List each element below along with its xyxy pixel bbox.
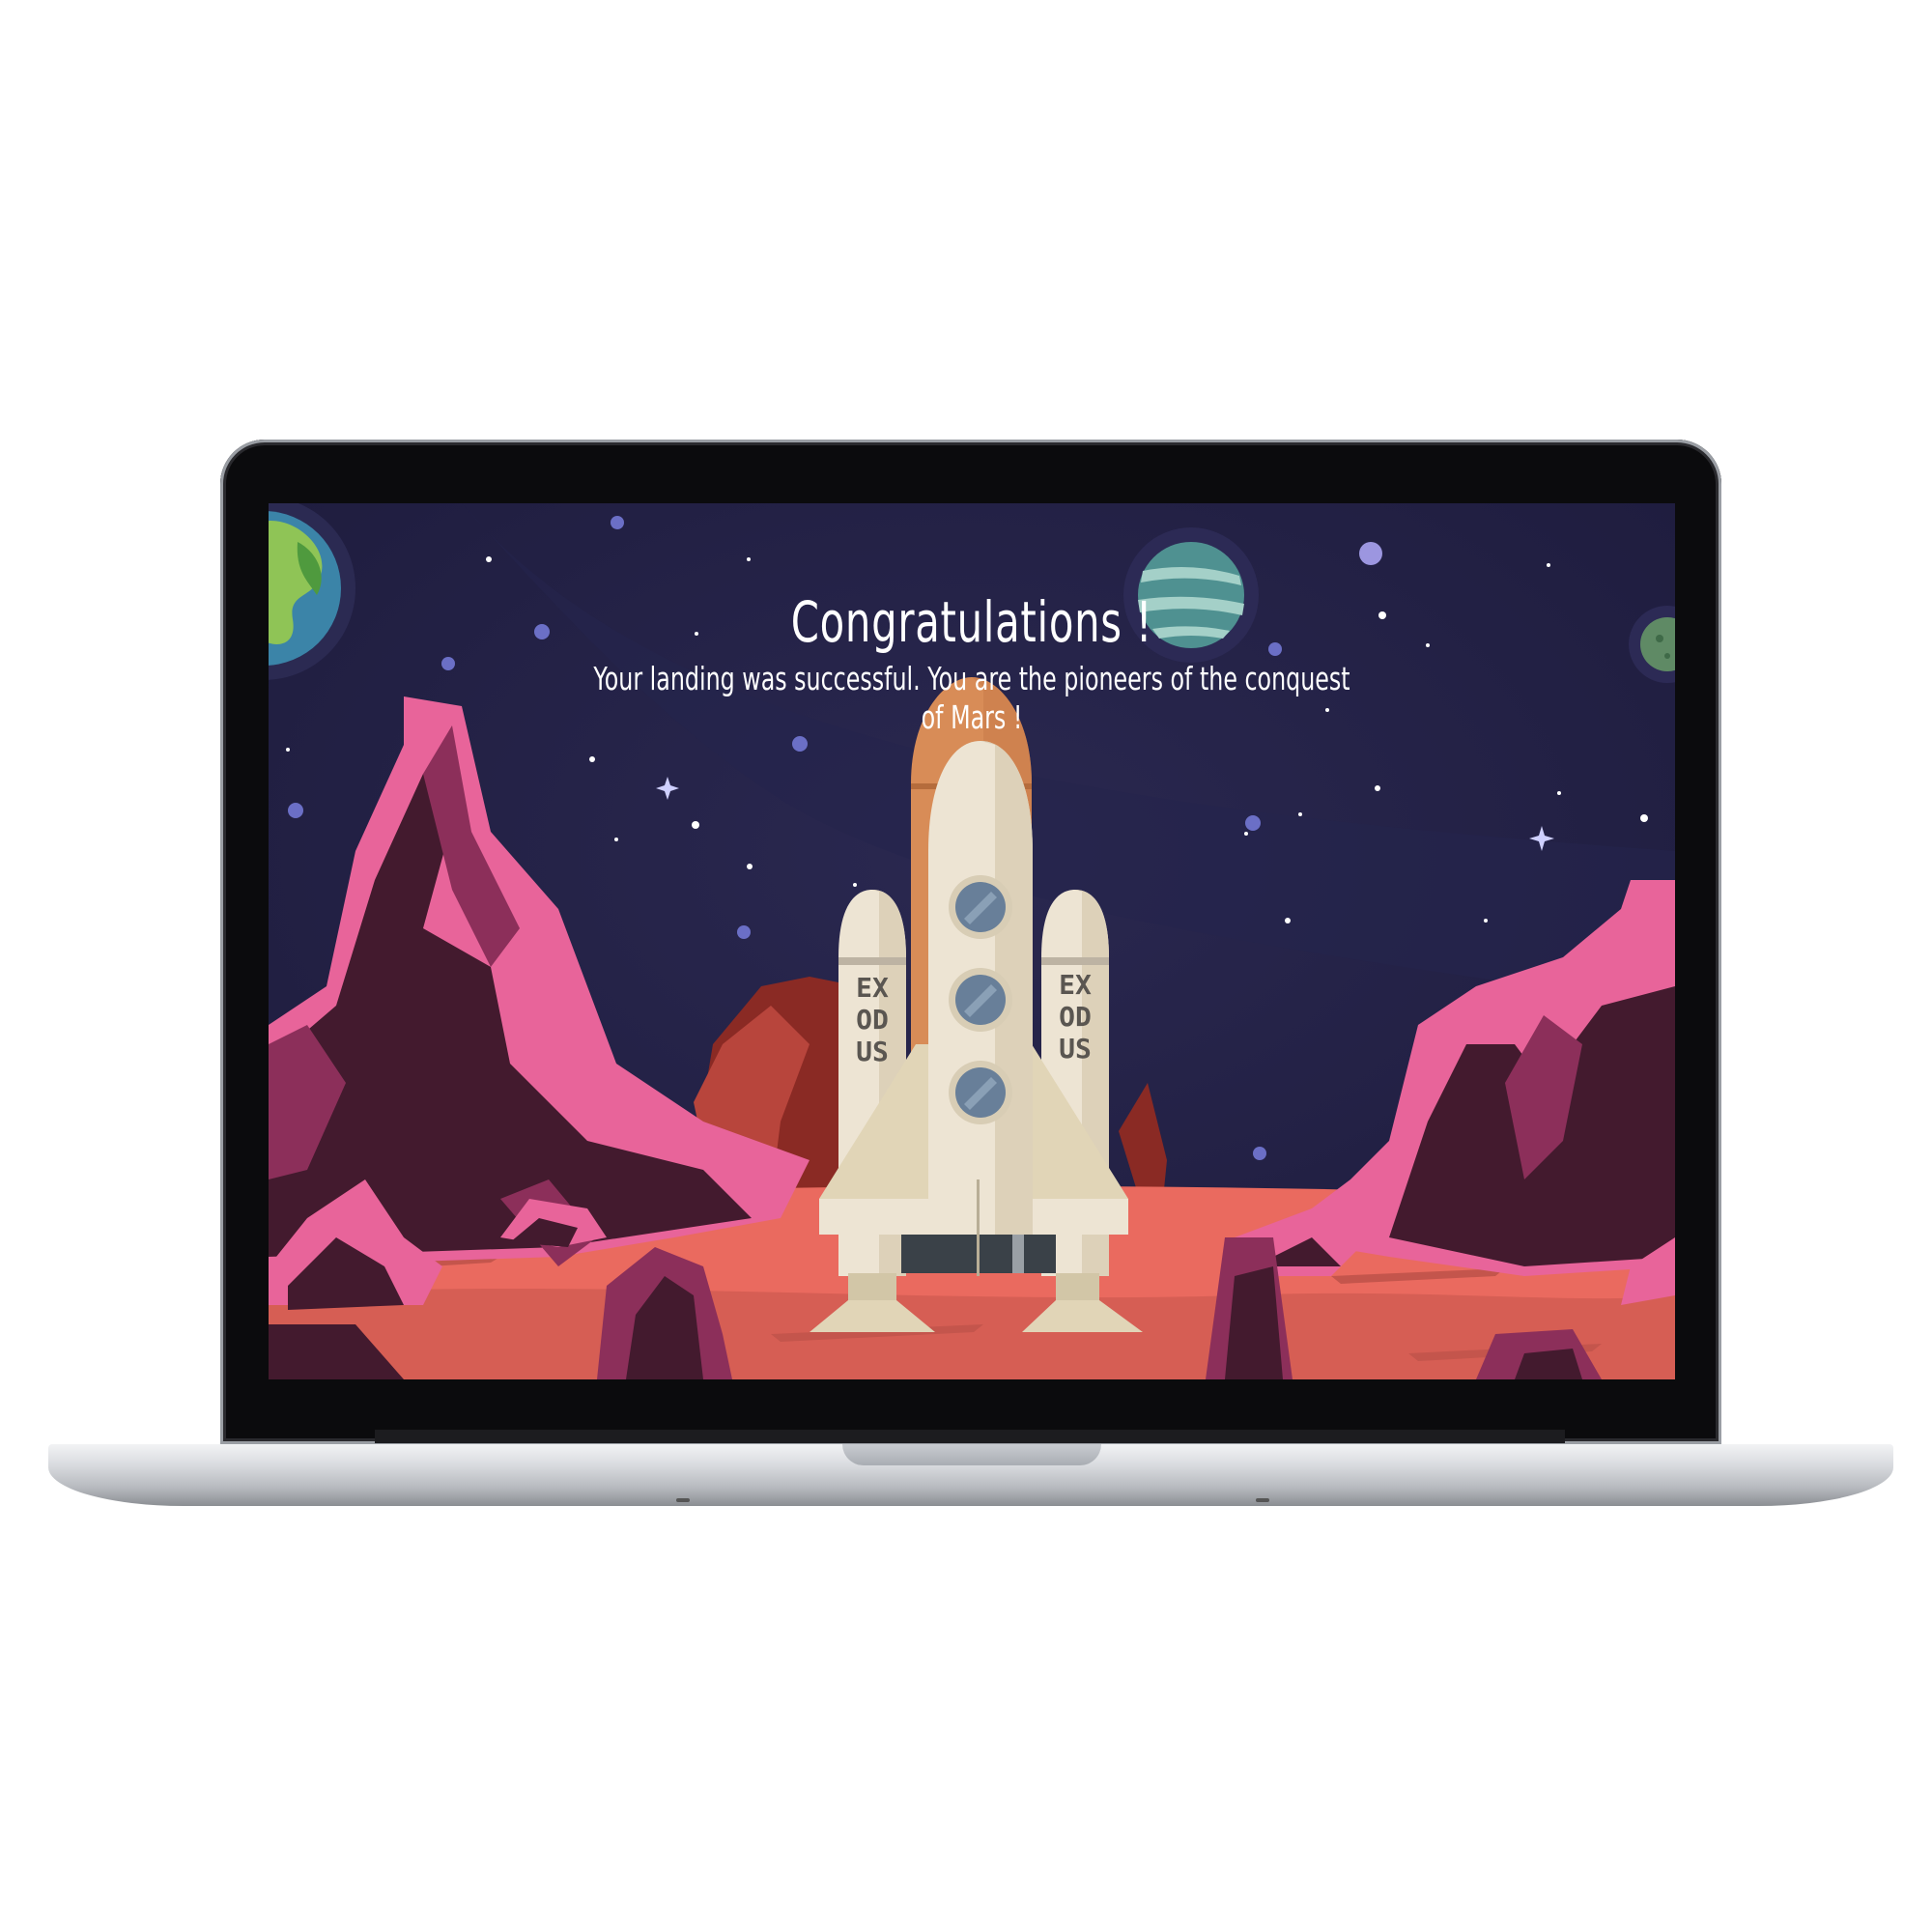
star	[614, 838, 618, 841]
mars-ground-shade	[269, 1288, 1675, 1379]
booster-label-line: EX	[856, 972, 889, 1004]
star	[692, 821, 699, 829]
screen: EX OD US EX OD US Congratulations ! Your…	[269, 503, 1675, 1379]
star	[747, 557, 751, 561]
star	[747, 864, 753, 869]
star	[792, 736, 808, 752]
laptop-mockup: EX OD US EX OD US Congratulations ! Your…	[0, 0, 1932, 1932]
star	[853, 883, 857, 887]
star	[288, 803, 303, 818]
star	[1244, 832, 1248, 836]
congratulations-message: Congratulations ! Your landing was succe…	[269, 590, 1675, 737]
laptop-hinge	[375, 1430, 1565, 1443]
laptop-foot	[676, 1498, 690, 1502]
star	[589, 756, 595, 762]
booster-label-line: US	[856, 1036, 889, 1067]
star	[1298, 812, 1302, 816]
left-booster-label: EX OD US	[843, 972, 901, 1067]
booster-label-line: OD	[856, 1004, 889, 1036]
right-booster-label: EX OD US	[1046, 969, 1104, 1065]
success-message: Your landing was successful. You are the…	[593, 660, 1350, 736]
star	[1245, 815, 1261, 831]
booster-label-line: EX	[1059, 969, 1092, 1001]
star	[286, 748, 290, 752]
star	[486, 556, 492, 562]
page-title: Congratulations !	[790, 589, 1153, 655]
booster-label-line: US	[1059, 1033, 1092, 1065]
booster-label-line: OD	[1059, 1001, 1092, 1033]
star	[1285, 918, 1291, 923]
star	[611, 516, 624, 529]
star	[1557, 791, 1561, 795]
laptop-foot	[1256, 1498, 1269, 1502]
star	[1359, 542, 1382, 565]
star	[1375, 785, 1380, 791]
star	[1484, 919, 1488, 923]
shuttle-windows	[949, 875, 1012, 1124]
laptop-opening-notch	[842, 1444, 1101, 1465]
star	[1547, 563, 1550, 567]
star	[1640, 814, 1648, 822]
star	[737, 925, 751, 939]
star	[1253, 1147, 1266, 1160]
